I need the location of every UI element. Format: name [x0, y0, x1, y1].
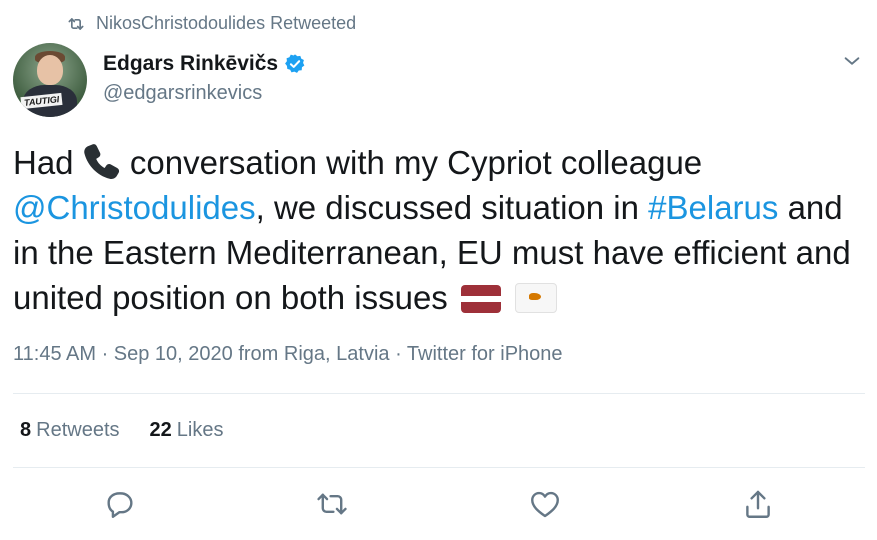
tweet-actions [0, 487, 877, 527]
telephone-receiver-emoji [83, 144, 119, 179]
like-icon [531, 491, 559, 518]
tweet-stats: 8 Retweets 22 Likes [20, 419, 223, 442]
flag-cyprus-emoji [514, 283, 557, 313]
reply-button[interactable] [103, 487, 137, 521]
retweets-label: Retweets [36, 419, 120, 441]
reply-icon [107, 492, 133, 518]
tweet-text: Had conversation with my Cypriot colleag… [13, 140, 871, 320]
chevron-down-icon[interactable] [841, 50, 863, 72]
divider [13, 393, 865, 394]
likes-count: 22 [149, 419, 172, 441]
share-button[interactable] [741, 487, 775, 521]
flag-latvia-emoji [460, 285, 501, 313]
retweet-icon [68, 17, 84, 30]
likes-label: Likes [176, 419, 224, 441]
retweet-icon [317, 493, 347, 515]
retweet-button[interactable] [315, 487, 349, 521]
retweets-count: 8 [20, 419, 32, 441]
like-button[interactable] [528, 487, 562, 521]
likes-stat[interactable]: 22 Likes [150, 419, 224, 442]
retweeted-by-header: NikosChristodoulides Retweeted [66, 13, 356, 34]
verified-badge-icon [285, 54, 305, 73]
retweets-stat[interactable]: 8 Retweets [20, 419, 120, 442]
tweet-metadata[interactable]: 11:45 AM · Sep 10, 2020 from Riga, Latvi… [13, 343, 563, 366]
divider [13, 467, 865, 468]
tweet-text-part: conversation with my Cypriot colleague [120, 144, 703, 181]
mention-link[interactable]: @Christodulides [13, 189, 256, 226]
tweet-text-part: , we discussed situation in [255, 189, 649, 226]
hashtag-link[interactable]: #Belarus [648, 189, 778, 226]
retweeted-by-label[interactable]: NikosChristodoulides Retweeted [96, 13, 356, 34]
share-icon [746, 490, 770, 518]
tweet-text-part: Had [13, 144, 83, 181]
author-name[interactable]: Edgars Rinkēvičs [103, 52, 278, 76]
author-name-row[interactable]: Edgars Rinkēvičs [103, 52, 306, 76]
author-handle[interactable]: @edgarsrinkevics [103, 82, 262, 105]
avatar[interactable]: TAUTIGI [13, 43, 87, 117]
